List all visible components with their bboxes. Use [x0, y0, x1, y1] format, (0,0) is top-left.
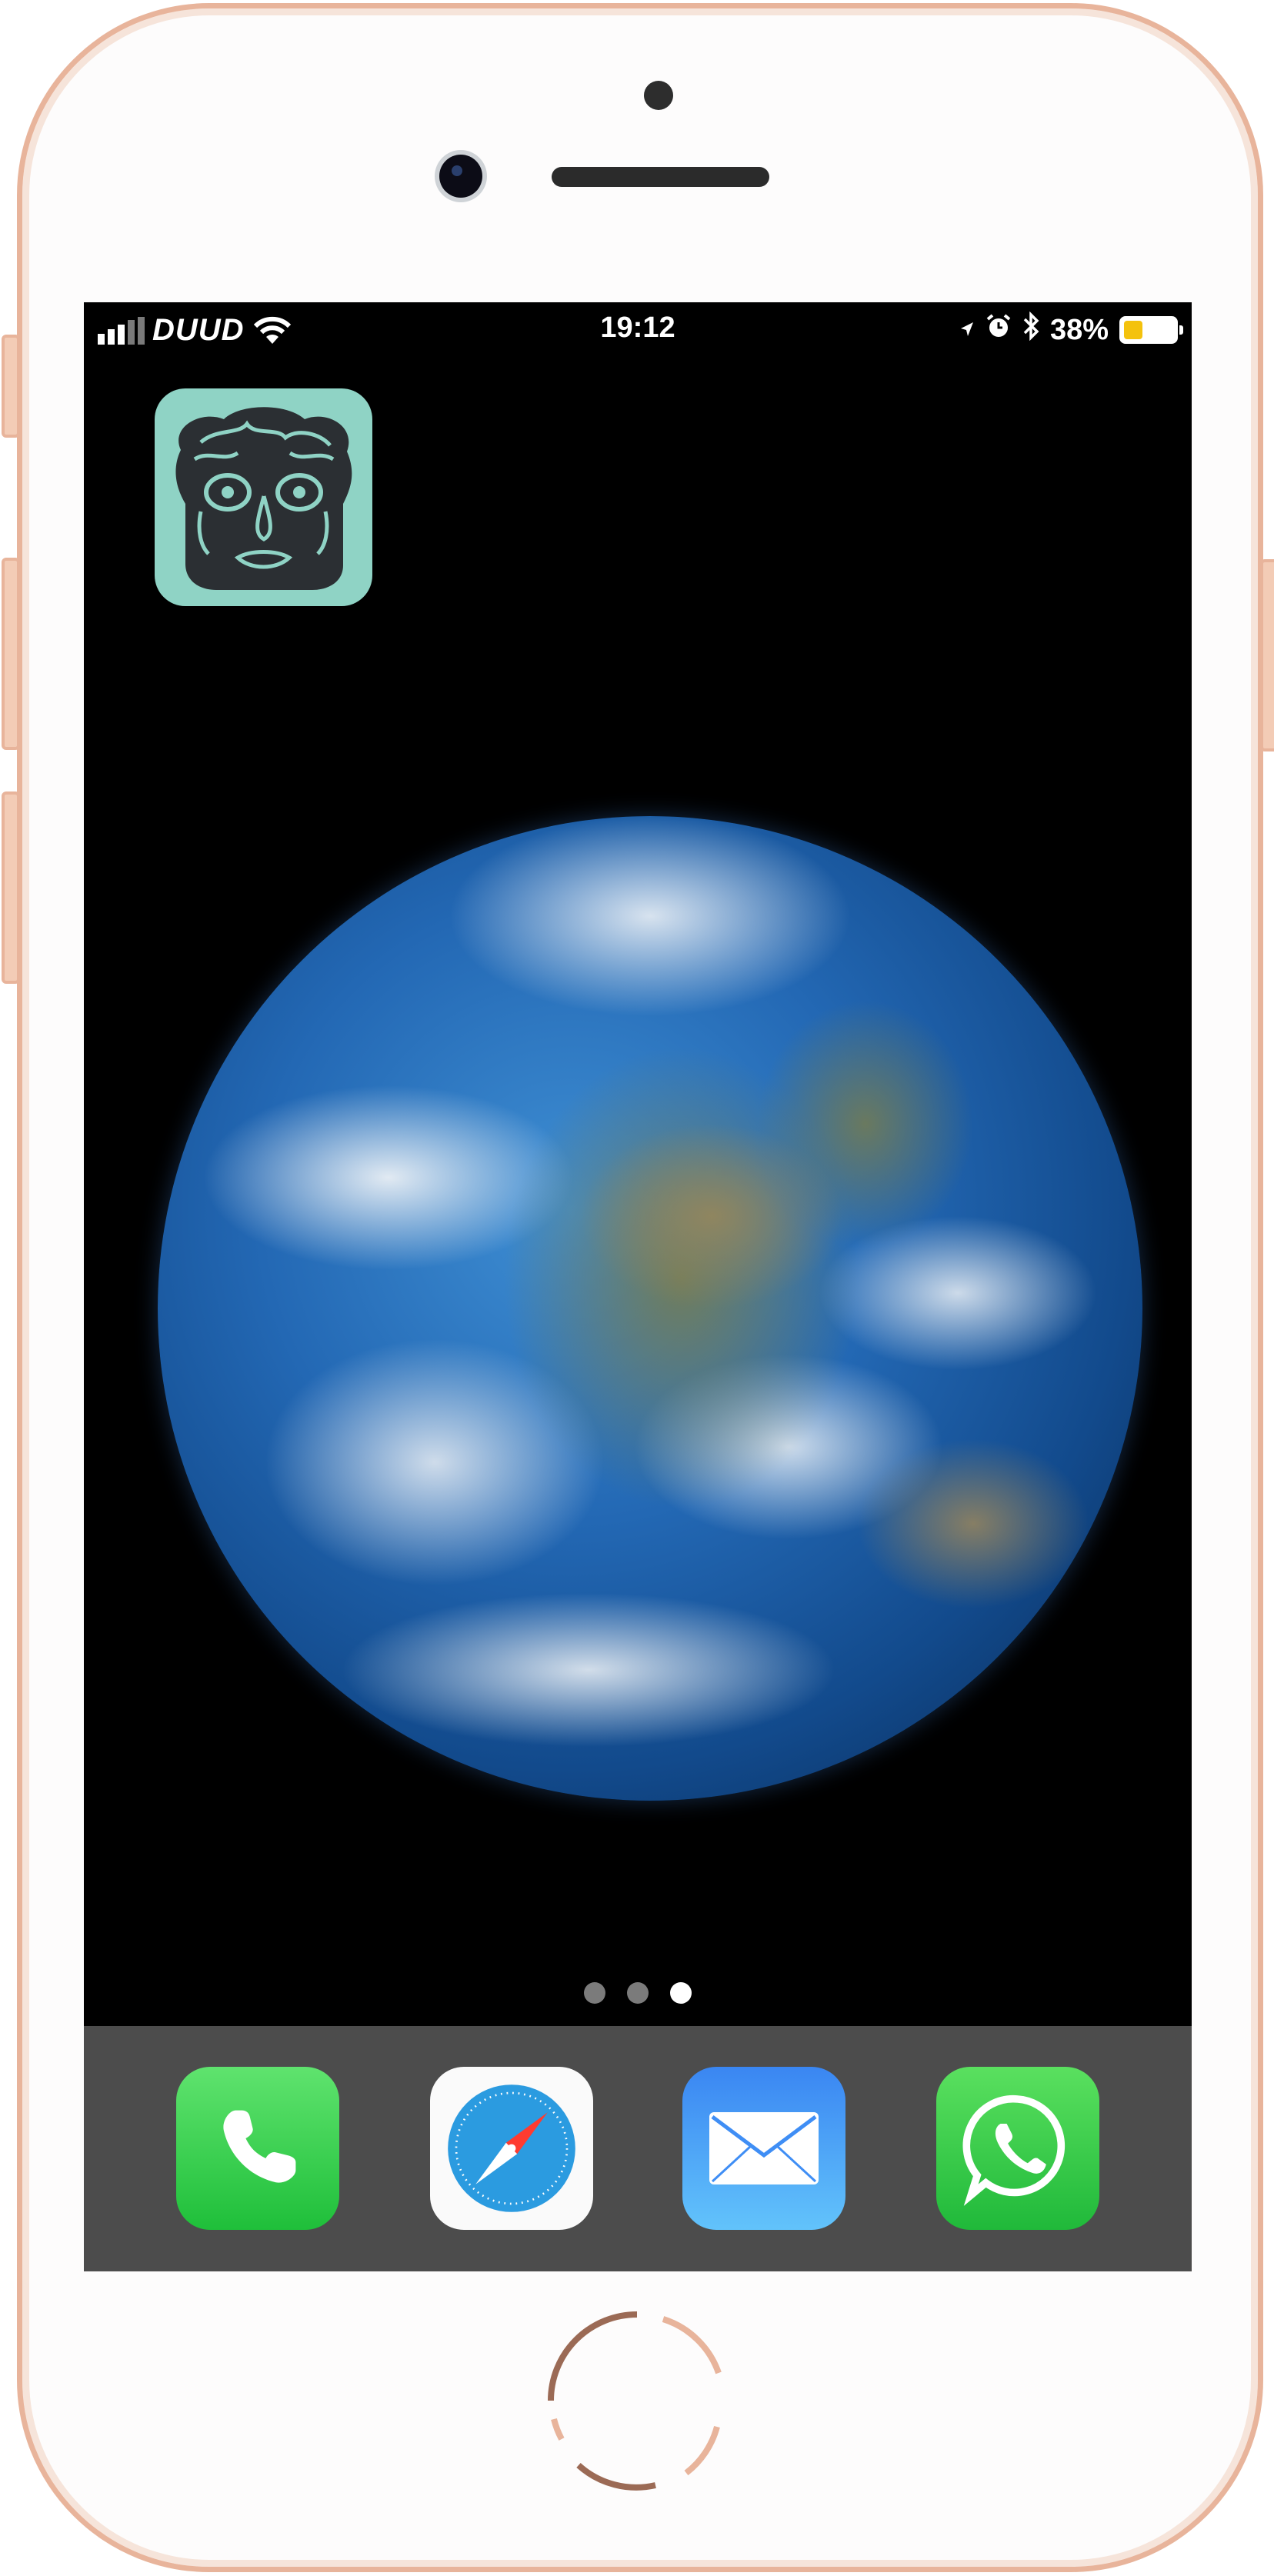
alarm-clock-icon	[986, 313, 1012, 347]
mail-app-icon[interactable]	[682, 2067, 845, 2230]
earpiece-speaker	[552, 167, 769, 187]
earth-wallpaper	[158, 816, 1142, 1801]
home-screen: DUUD 19:12 38%	[84, 302, 1192, 2271]
page-dot-active[interactable]	[670, 1982, 692, 2004]
status-bar: DUUD 19:12 38%	[84, 302, 1192, 356]
whatsapp-icon	[962, 2094, 1066, 2206]
face-mask-app-icon[interactable]	[155, 388, 372, 606]
power-button	[1260, 559, 1274, 751]
home-button[interactable]	[540, 2304, 734, 2498]
mute-switch	[2, 335, 20, 438]
volume-down-button	[2, 791, 20, 984]
battery-percent: 38%	[1049, 313, 1109, 346]
front-camera	[439, 155, 482, 198]
battery-icon	[1119, 316, 1183, 344]
page-dot[interactable]	[584, 1982, 605, 2004]
location-arrow-icon	[959, 314, 975, 347]
whatsapp-app-icon[interactable]	[936, 2067, 1099, 2230]
phone-icon	[223, 2110, 296, 2183]
safari-app-icon[interactable]	[430, 2067, 593, 2230]
phone-app-icon[interactable]	[176, 2067, 339, 2230]
safari-compass-icon	[448, 2084, 575, 2212]
volume-up-button	[2, 558, 20, 750]
bluetooth-icon	[1022, 311, 1039, 348]
page-indicator[interactable]	[84, 1982, 1192, 2004]
page-dot[interactable]	[627, 1982, 649, 2004]
proximity-sensor	[644, 81, 673, 110]
mail-icon	[709, 2112, 819, 2184]
dock	[84, 2026, 1192, 2271]
